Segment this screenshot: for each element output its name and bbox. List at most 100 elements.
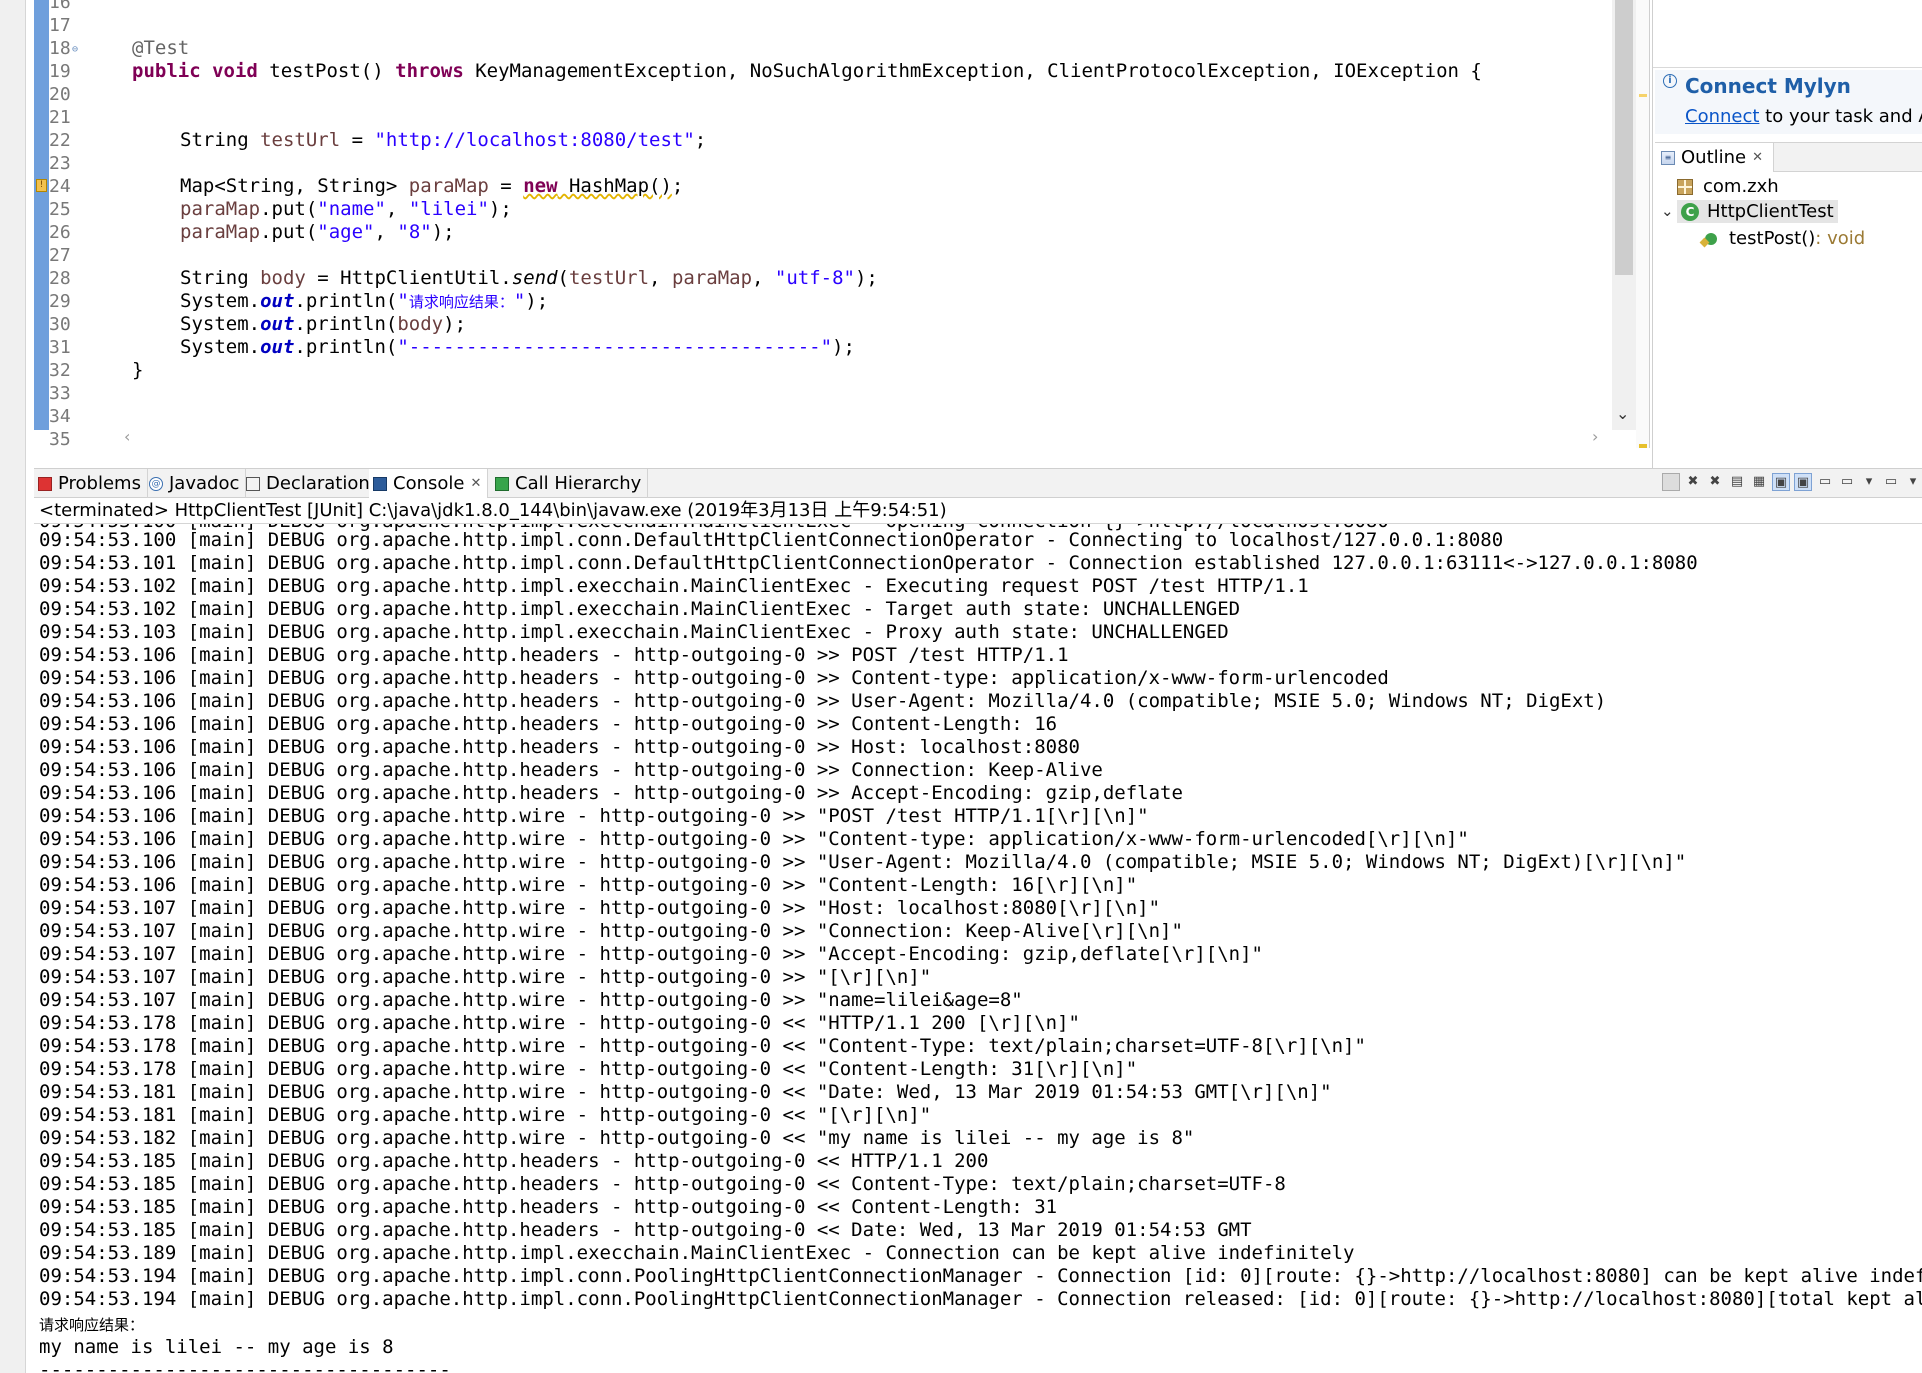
code-line[interactable]: 32} — [34, 359, 1604, 382]
code-line[interactable]: 33 — [34, 382, 1604, 405]
display-selected-console-icon[interactable]: ▭ — [1838, 473, 1856, 491]
overview-ruler[interactable] — [1636, 0, 1649, 448]
code-line[interactable]: 31 System.out.println("------------------… — [34, 336, 1604, 359]
console-line: 09:54:53.106 [main] DEBUG org.apache.htt… — [39, 690, 1607, 712]
tab-label: Javadoc — [169, 473, 240, 494]
connect-link[interactable]: Connect — [1685, 106, 1759, 127]
code-line[interactable]: 19 public void testPost() throws KeyManag… — [34, 60, 1604, 83]
remove-launch-icon[interactable]: ✖ — [1684, 473, 1702, 491]
tab-label: Console — [393, 473, 465, 494]
console-line: 09:54:53.102 [main] DEBUG org.apache.htt… — [39, 598, 1241, 620]
line-number: 24 — [49, 176, 71, 197]
tab-console[interactable]: Console ✕ — [369, 469, 489, 498]
line-number: 34 — [49, 406, 71, 427]
code-line[interactable]: 34 — [34, 405, 1604, 428]
console-line: 09:54:53.178 [main] DEBUG org.apache.htt… — [39, 1058, 1138, 1080]
test-annotation: @Test — [132, 37, 190, 59]
task-list-area — [1653, 0, 1922, 68]
right-side-panel: i Connect Mylyn Connect to your task and… — [1652, 0, 1922, 468]
console-line: 09:54:53.185 [main] DEBUG org.apache.htt… — [39, 1219, 1252, 1241]
remove-all-terminated-icon[interactable]: ✖ — [1706, 473, 1724, 491]
console-line: 09:54:53.182 [main] DEBUG org.apache.htt… — [39, 1127, 1195, 1149]
code-editor[interactable]: 16 17 18 ⊖ @Test 19 public void testPost() … — [34, 0, 1650, 448]
console-line: 09:54:53.107 [main] DEBUG org.apache.htt… — [39, 897, 1161, 919]
code-line[interactable]: 23 — [34, 152, 1604, 175]
terminate-icon[interactable] — [1662, 473, 1680, 491]
console-output[interactable]: 09:54:53.100 [main] DEBUG org.apache.htt… — [34, 524, 1922, 1373]
code-line[interactable]: 22 String testUrl = "http://localhost:808… — [34, 129, 1604, 152]
warning-marker[interactable] — [1639, 94, 1647, 97]
fold-toggle-icon[interactable]: ⊖ — [72, 38, 78, 61]
outline-item-package[interactable]: com.zxh — [1677, 176, 1779, 197]
tab-problems[interactable]: Problems — [34, 469, 148, 498]
warning-icon[interactable]: ! — [36, 179, 47, 192]
mylyn-title: Connect Mylyn — [1685, 74, 1851, 98]
line-number: 32 — [49, 360, 71, 381]
pin-console-icon[interactable]: ▭ — [1816, 473, 1834, 491]
console-line: 09:54:53.107 [main] DEBUG org.apache.htt… — [39, 943, 1263, 965]
warning-summary-marker[interactable] — [1639, 444, 1647, 448]
clear-console-icon[interactable]: ▤ — [1728, 473, 1746, 491]
console-line: 09:54:53.178 [main] DEBUG org.apache.htt… — [39, 1012, 1080, 1034]
line-number: 16 — [49, 0, 71, 13]
code-text: String body = HttpClientUtil.send(testUr… — [180, 267, 878, 289]
outline-item-class[interactable]: C HttpClientTest — [1677, 200, 1838, 223]
problems-icon — [38, 476, 52, 491]
method-label: testPost() — [1729, 228, 1816, 249]
method-signature: public void testPost() throws KeyManagem… — [132, 60, 1482, 82]
call-hierarchy-icon — [495, 476, 509, 491]
chevron-down-icon[interactable]: ⌄ — [1661, 202, 1674, 220]
console-line: 09:54:53.107 [main] DEBUG org.apache.htt… — [39, 920, 1183, 942]
code-line[interactable]: 20 — [34, 83, 1604, 106]
code-line[interactable]: 16 — [34, 0, 1604, 14]
console-line: 09:54:53.101 [main] DEBUG org.apache.htt… — [39, 552, 1698, 574]
outline-item-method[interactable]: testPost() : void — [1705, 228, 1865, 249]
chevron-left-icon[interactable]: ‹ — [124, 427, 130, 446]
code-line[interactable]: 28 String body = HttpClientUtil.send(test… — [34, 267, 1604, 290]
close-icon[interactable]: ✕ — [470, 476, 481, 491]
scrollbar-thumb[interactable] — [1615, 0, 1633, 275]
console-line: 09:54:53.185 [main] DEBUG org.apache.htt… — [39, 1196, 1058, 1218]
code-line[interactable]: 21 — [34, 106, 1604, 129]
open-console-icon[interactable]: ▭ — [1882, 473, 1900, 491]
chevron-down-icon[interactable]: ▾ — [1904, 473, 1922, 491]
chevron-right-icon[interactable]: › — [1592, 427, 1598, 446]
word-wrap-icon[interactable]: ▣ — [1772, 473, 1790, 491]
console-lines: 09:54:53.100 [main] DEBUG org.apache.htt… — [39, 529, 1922, 1311]
console-line: 09:54:53.106 [main] DEBUG org.apache.htt… — [39, 851, 1687, 873]
console-line: 09:54:53.106 [main] DEBUG org.apache.htt… — [39, 736, 1080, 758]
line-number: 29 — [49, 291, 71, 312]
line-number: 33 — [49, 383, 71, 404]
editor-horizontal-scrollbar[interactable]: ‹ › — [89, 427, 1612, 448]
console-line: 09:54:53.106 [main] DEBUG org.apache.htt… — [39, 713, 1058, 735]
close-icon[interactable]: ✕ — [1752, 150, 1763, 165]
mylyn-description: Connect to your task and ALM tools — [1685, 106, 1922, 127]
code-line[interactable]: 30 System.out.println(body); — [34, 313, 1604, 336]
editor-vertical-scrollbar[interactable]: ⌄ — [1612, 0, 1636, 430]
code-text: System.out.println(body); — [180, 313, 467, 335]
code-text: String testUrl = "http://localhost:8080/… — [180, 129, 707, 151]
code-line[interactable]: 18 ⊖ @Test — [34, 37, 1604, 60]
code-line[interactable]: 29 System.out.println("请求响应结果："); — [34, 290, 1604, 313]
tab-call-hierarchy[interactable]: Call Hierarchy — [491, 469, 649, 498]
console-toolbar: ✖ ✖ ▤ ▦ ▣ ▣ ▭ ▭ ▾ ▭ ▾ — [1662, 473, 1922, 491]
code-text: } — [132, 359, 144, 381]
tab-declaration[interactable]: Declaration — [242, 469, 377, 498]
code-line[interactable]: 26 paraMap.put("age", "8"); — [34, 221, 1604, 244]
console-line: 09:54:53.194 [main] DEBUG org.apache.htt… — [39, 1265, 1922, 1287]
scroll-lock-icon[interactable]: ▦ — [1750, 473, 1768, 491]
code-line[interactable]: 25 paraMap.put("name", "lilei"); — [34, 198, 1604, 221]
line-number: 22 — [49, 130, 71, 151]
tab-label: Declaration — [266, 473, 370, 494]
method-return-type: : void — [1815, 228, 1866, 249]
line-number: 25 — [49, 199, 71, 220]
tab-javadoc[interactable]: @ Javadoc — [145, 469, 247, 498]
tab-outline[interactable]: ≡ Outline ✕ — [1655, 143, 1775, 172]
chevron-down-icon[interactable]: ▾ — [1860, 473, 1878, 491]
show-console-on-output-icon[interactable]: ▣ — [1794, 473, 1812, 491]
chevron-down-icon[interactable]: ⌄ — [1616, 404, 1629, 423]
line-number: 17 — [49, 15, 71, 36]
code-line[interactable]: 17 — [34, 14, 1604, 37]
code-line[interactable]: ! 24 Map<String, String> paraMap = new Has… — [34, 175, 1604, 198]
code-line[interactable]: 27 — [34, 244, 1604, 267]
